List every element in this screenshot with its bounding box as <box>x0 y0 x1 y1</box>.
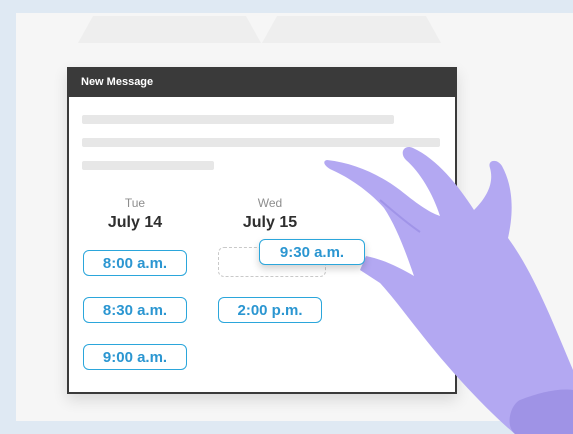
window-title: New Message <box>67 67 457 97</box>
time-slot-tue-3[interactable]: 9:00 a.m. <box>83 344 187 370</box>
browser-tabs <box>78 16 441 43</box>
new-message-window: New Message Tue July 14 Wed July 15 8:00… <box>67 67 457 394</box>
day-name-wed: Wed <box>257 196 283 210</box>
day-date-july-15: July 15 <box>242 214 298 231</box>
time-slot-wed-1[interactable]: 2:00 p.m. <box>218 297 322 323</box>
message-body-line <box>82 115 394 124</box>
day-name-tue: Tue <box>124 196 146 210</box>
message-body-line <box>82 138 440 147</box>
dragged-time-slot[interactable]: 9:30 a.m. <box>259 239 365 265</box>
time-slot-tue-1[interactable]: 8:00 a.m. <box>83 250 187 276</box>
browser-tab-1 <box>78 16 261 43</box>
day-date-july-14: July 14 <box>107 214 163 231</box>
browser-tab-2 <box>262 16 441 43</box>
time-slot-tue-2[interactable]: 8:30 a.m. <box>83 297 187 323</box>
message-body-line <box>82 161 214 170</box>
